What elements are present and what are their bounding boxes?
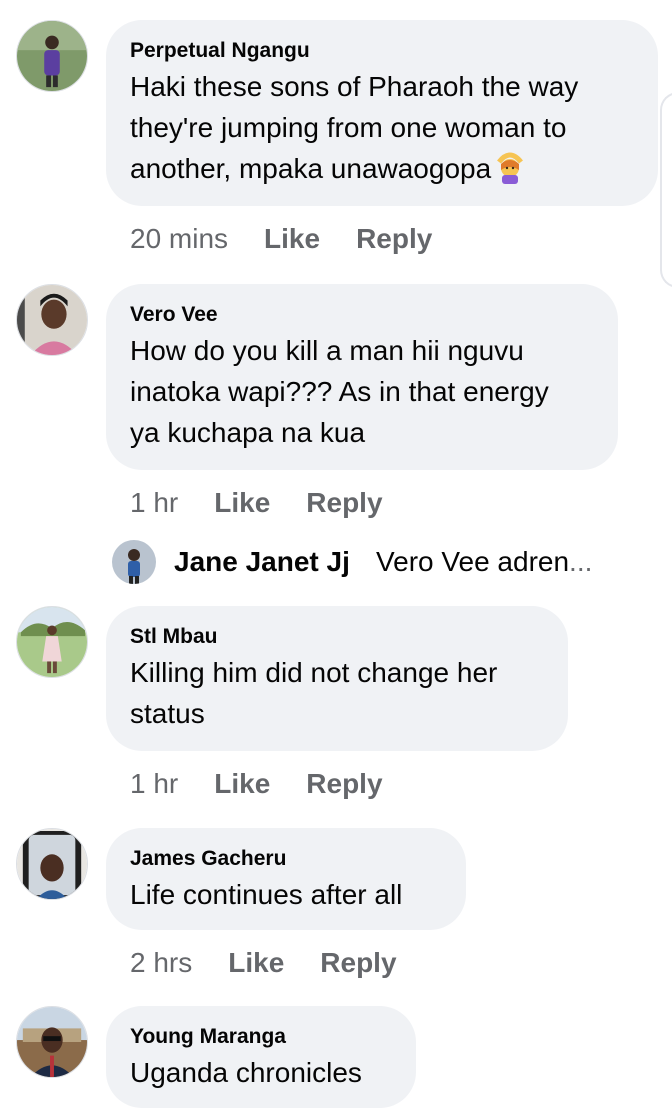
comment-text-line: they're jumping from one woman to xyxy=(130,112,567,143)
avatar[interactable] xyxy=(16,284,88,356)
comment-actions: 2 hrs Like Reply xyxy=(130,946,397,980)
comment-bubble[interactable]: Stl Mbau Killing him did not change her … xyxy=(106,606,568,751)
comment-text-line: Uganda chronicles xyxy=(130,1057,362,1088)
comment-bubble[interactable]: Vero Vee How do you kill a man hii nguvu… xyxy=(106,284,618,470)
comment-author[interactable]: Perpetual Ngangu xyxy=(130,38,634,64)
comment-actions: 1 hr Like Reply xyxy=(130,486,383,520)
like-button[interactable]: Like xyxy=(228,946,284,980)
comment-text-line: How do you kill a man hii nguvu xyxy=(130,335,524,366)
comment-actions: 20 mins Like Reply xyxy=(130,222,432,256)
side-panel-edge xyxy=(660,92,672,288)
comment-text-line: Killing him did not change her xyxy=(130,657,498,688)
comment-time: 20 mins xyxy=(130,223,229,254)
reply-button[interactable]: Reply xyxy=(306,486,382,520)
comment-text-line: ya kuchapa na kua xyxy=(130,417,366,448)
comment-author[interactable]: Young Maranga xyxy=(130,1024,392,1050)
avatar-photo-icon xyxy=(17,829,87,899)
avatar-photo-icon xyxy=(112,540,156,584)
comment-time: 1 hr xyxy=(130,768,179,799)
comment-author[interactable]: James Gacheru xyxy=(130,846,442,872)
reply-author[interactable]: Jane Janet Jj xyxy=(174,544,350,580)
reply-button[interactable]: Reply xyxy=(306,767,382,801)
like-button[interactable]: Like xyxy=(214,486,270,520)
comment-bubble[interactable]: Perpetual Ngangu Haki these sons of Phar… xyxy=(106,20,658,206)
like-button[interactable]: Like xyxy=(214,767,270,801)
avatar[interactable] xyxy=(16,606,88,678)
reply-button[interactable]: Reply xyxy=(320,946,396,980)
comment-text-line: inatoka wapi??? As in that energy xyxy=(130,376,549,407)
comment-time: 2 hrs xyxy=(130,947,193,978)
avatar[interactable] xyxy=(16,1006,88,1078)
reply-button[interactable]: Reply xyxy=(356,222,432,256)
comment-text-line: Life continues after all xyxy=(130,879,403,910)
comment-actions: 1 hr Like Reply xyxy=(130,767,383,801)
comment-author[interactable]: Vero Vee xyxy=(130,302,594,328)
comment-text-line: another, mpaka unawaogopa xyxy=(130,153,492,184)
avatar-photo-icon xyxy=(17,21,87,91)
reply-text-body: Vero Vee adren xyxy=(376,546,570,577)
avatar[interactable] xyxy=(16,828,88,900)
avatar[interactable] xyxy=(112,540,156,584)
comment-time: 1 hr xyxy=(130,487,179,518)
avatar[interactable] xyxy=(16,20,88,92)
avatar-photo-icon xyxy=(17,285,87,355)
comment-bubble[interactable]: Young Maranga Uganda chronicles xyxy=(106,1006,416,1108)
comment-text-line: Haki these sons of Pharaoh the way xyxy=(130,71,579,102)
avatar-photo-icon xyxy=(17,607,87,677)
avatar-photo-icon xyxy=(17,1007,87,1077)
comment-author[interactable]: Stl Mbau xyxy=(130,624,544,650)
reply-text: Vero Vee adren... xyxy=(376,544,592,580)
woman-gesturing-ok-emoji-icon xyxy=(497,152,524,184)
comment-text-line: status xyxy=(130,698,205,729)
reply-ellipsis: ... xyxy=(569,546,593,577)
comment-bubble[interactable]: James Gacheru Life continues after all xyxy=(106,828,466,930)
like-button[interactable]: Like xyxy=(264,222,320,256)
comment-text-line-wrap: another, mpaka unawaogopa xyxy=(130,148,634,189)
